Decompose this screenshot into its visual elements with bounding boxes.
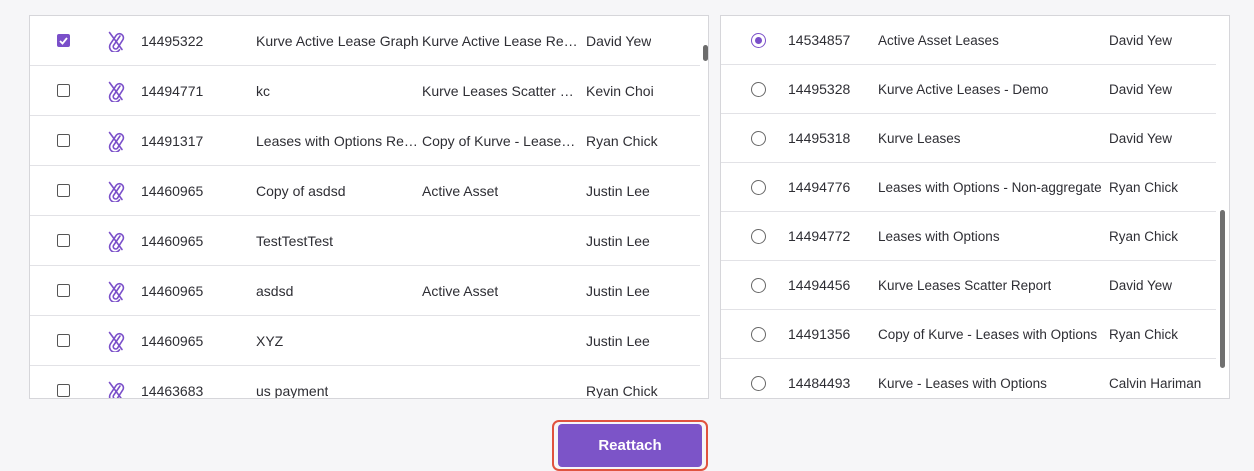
row-owner: David Yew — [1109, 81, 1173, 97]
row-radio[interactable] — [750, 228, 766, 244]
row-owner: David Yew — [586, 32, 652, 49]
row-name: Leases with Options — [878, 228, 1000, 244]
row-name: Kurve Leases — [878, 130, 961, 146]
list-item[interactable]: 14494776 Leases with Options - Non-aggre… — [721, 163, 1216, 212]
row-id: 14494776 — [788, 179, 851, 195]
row-id: 14494456 — [788, 277, 851, 293]
row-checkbox[interactable] — [56, 334, 70, 347]
detach-paperclip-icon[interactable] — [105, 116, 127, 165]
row-id: 14491356 — [788, 326, 851, 342]
row-id: 14494771 — [141, 82, 204, 99]
row-radio[interactable] — [750, 375, 766, 391]
row-owner: David Yew — [1109, 277, 1173, 293]
detach-paperclip-icon[interactable] — [105, 316, 127, 365]
right-scrollbar[interactable] — [1220, 210, 1225, 368]
table-row[interactable]: 14460965 asdsd Active Asset Justin Lee — [30, 266, 700, 316]
row-id: 14460965 — [141, 282, 204, 299]
list-item[interactable]: 14491356 Copy of Kurve - Leases with Opt… — [721, 310, 1216, 359]
row-owner: Ryan Chick — [1109, 326, 1179, 342]
row-report: Kurve Leases Scatter Re... — [422, 82, 582, 99]
detach-paperclip-icon[interactable] — [105, 366, 127, 398]
row-id: 14534857 — [788, 32, 851, 48]
row-name: Kurve Leases Scatter Report — [878, 277, 1052, 293]
row-report: Copy of Kurve - Leases ... — [422, 132, 582, 149]
list-item[interactable]: 14495328 Kurve Active Leases - Demo Davi… — [721, 65, 1216, 114]
row-report: Kurve Active Lease Rep... — [422, 32, 582, 49]
row-id: 14463683 — [141, 382, 204, 399]
row-name: kc — [256, 82, 270, 99]
detach-paperclip-icon[interactable] — [105, 66, 127, 115]
list-item[interactable]: 14495318 Kurve Leases David Yew — [721, 114, 1216, 163]
reattach-button[interactable]: Reattach — [558, 424, 702, 467]
row-checkbox[interactable] — [56, 184, 70, 197]
right-table-panel: 14534857 Active Asset Leases David Yew 1… — [720, 15, 1230, 399]
row-id: 14460965 — [141, 332, 204, 349]
row-owner: Ryan Chick — [1109, 228, 1179, 244]
row-id: 14460965 — [141, 232, 204, 249]
detach-paperclip-icon[interactable] — [105, 216, 127, 265]
row-owner: Ryan Chick — [1109, 179, 1179, 195]
row-id: 14484493 — [788, 375, 851, 391]
list-item[interactable]: 14484493 Kurve - Leases with Options Cal… — [721, 359, 1216, 398]
row-checkbox[interactable] — [56, 384, 70, 397]
row-checkbox[interactable] — [56, 284, 70, 297]
row-report: Active Asset — [422, 182, 499, 199]
detach-paperclip-icon[interactable] — [105, 266, 127, 315]
row-name: Leases with Options - Non-aggregate — [878, 179, 1102, 195]
row-owner: Kevin Choi — [586, 82, 654, 99]
table-row[interactable]: 14460965 Copy of asdsd Active Asset Just… — [30, 166, 700, 216]
row-name: XYZ — [256, 332, 284, 349]
row-name: Leases with Options Rep... — [256, 132, 422, 149]
row-checkbox[interactable] — [56, 234, 70, 247]
row-owner: Ryan Chick — [586, 382, 658, 399]
row-report: Active Asset — [422, 282, 499, 299]
row-name: Kurve - Leases with Options — [878, 375, 1047, 391]
list-item[interactable]: 14494772 Leases with Options Ryan Chick — [721, 212, 1216, 261]
row-id: 14495328 — [788, 81, 851, 97]
row-owner: Justin Lee — [586, 232, 650, 249]
table-row[interactable]: 14495322 Kurve Active Lease Graph Kurve … — [30, 16, 700, 66]
row-owner: Justin Lee — [586, 332, 650, 349]
row-checkbox[interactable] — [56, 134, 70, 147]
row-checkbox[interactable] — [56, 84, 70, 97]
row-id: 14494772 — [788, 228, 851, 244]
table-row[interactable]: 14494771 kc Kurve Leases Scatter Re... K… — [30, 66, 700, 116]
row-radio[interactable] — [750, 81, 766, 97]
row-owner: Ryan Chick — [586, 132, 658, 149]
table-row[interactable]: 14463683 us payment Ryan Chick — [30, 366, 700, 399]
row-id: 14495318 — [788, 130, 851, 146]
row-name: TestTestTest — [256, 232, 334, 249]
table-row[interactable]: 14460965 XYZ Justin Lee — [30, 316, 700, 366]
row-radio[interactable] — [750, 32, 766, 48]
table-row[interactable]: 14460965 TestTestTest Justin Lee — [30, 216, 700, 266]
row-name: Copy of asdsd — [256, 182, 346, 199]
row-owner: Calvin Hariman — [1109, 375, 1202, 391]
list-item[interactable]: 14494456 Kurve Leases Scatter Report Dav… — [721, 261, 1216, 310]
detach-paperclip-icon[interactable] — [105, 16, 127, 65]
row-name: Active Asset Leases — [878, 32, 999, 48]
row-name: Copy of Kurve - Leases with Options — [878, 326, 1098, 342]
left-table-panel: 14495322 Kurve Active Lease Graph Kurve … — [29, 15, 709, 399]
row-radio[interactable] — [750, 326, 766, 342]
table-row[interactable]: 14491317 Leases with Options Rep... Copy… — [30, 116, 700, 166]
left-scrollbar[interactable] — [703, 45, 708, 61]
list-item[interactable]: 14534857 Active Asset Leases David Yew — [721, 16, 1216, 65]
row-owner: Justin Lee — [586, 282, 650, 299]
row-owner: David Yew — [1109, 130, 1173, 146]
row-name: Kurve Active Leases - Demo — [878, 81, 1049, 97]
row-id: 14495322 — [141, 32, 204, 49]
row-radio[interactable] — [750, 130, 766, 146]
row-checkbox[interactable] — [56, 34, 70, 47]
row-owner: Justin Lee — [586, 182, 650, 199]
row-id: 14460965 — [141, 182, 204, 199]
row-radio[interactable] — [750, 179, 766, 195]
detach-paperclip-icon[interactable] — [105, 166, 127, 215]
row-owner: David Yew — [1109, 32, 1173, 48]
row-name: Kurve Active Lease Graph — [256, 32, 419, 49]
row-id: 14491317 — [141, 132, 204, 149]
row-radio[interactable] — [750, 277, 766, 293]
row-name: us payment — [256, 382, 329, 399]
row-name: asdsd — [256, 282, 294, 299]
